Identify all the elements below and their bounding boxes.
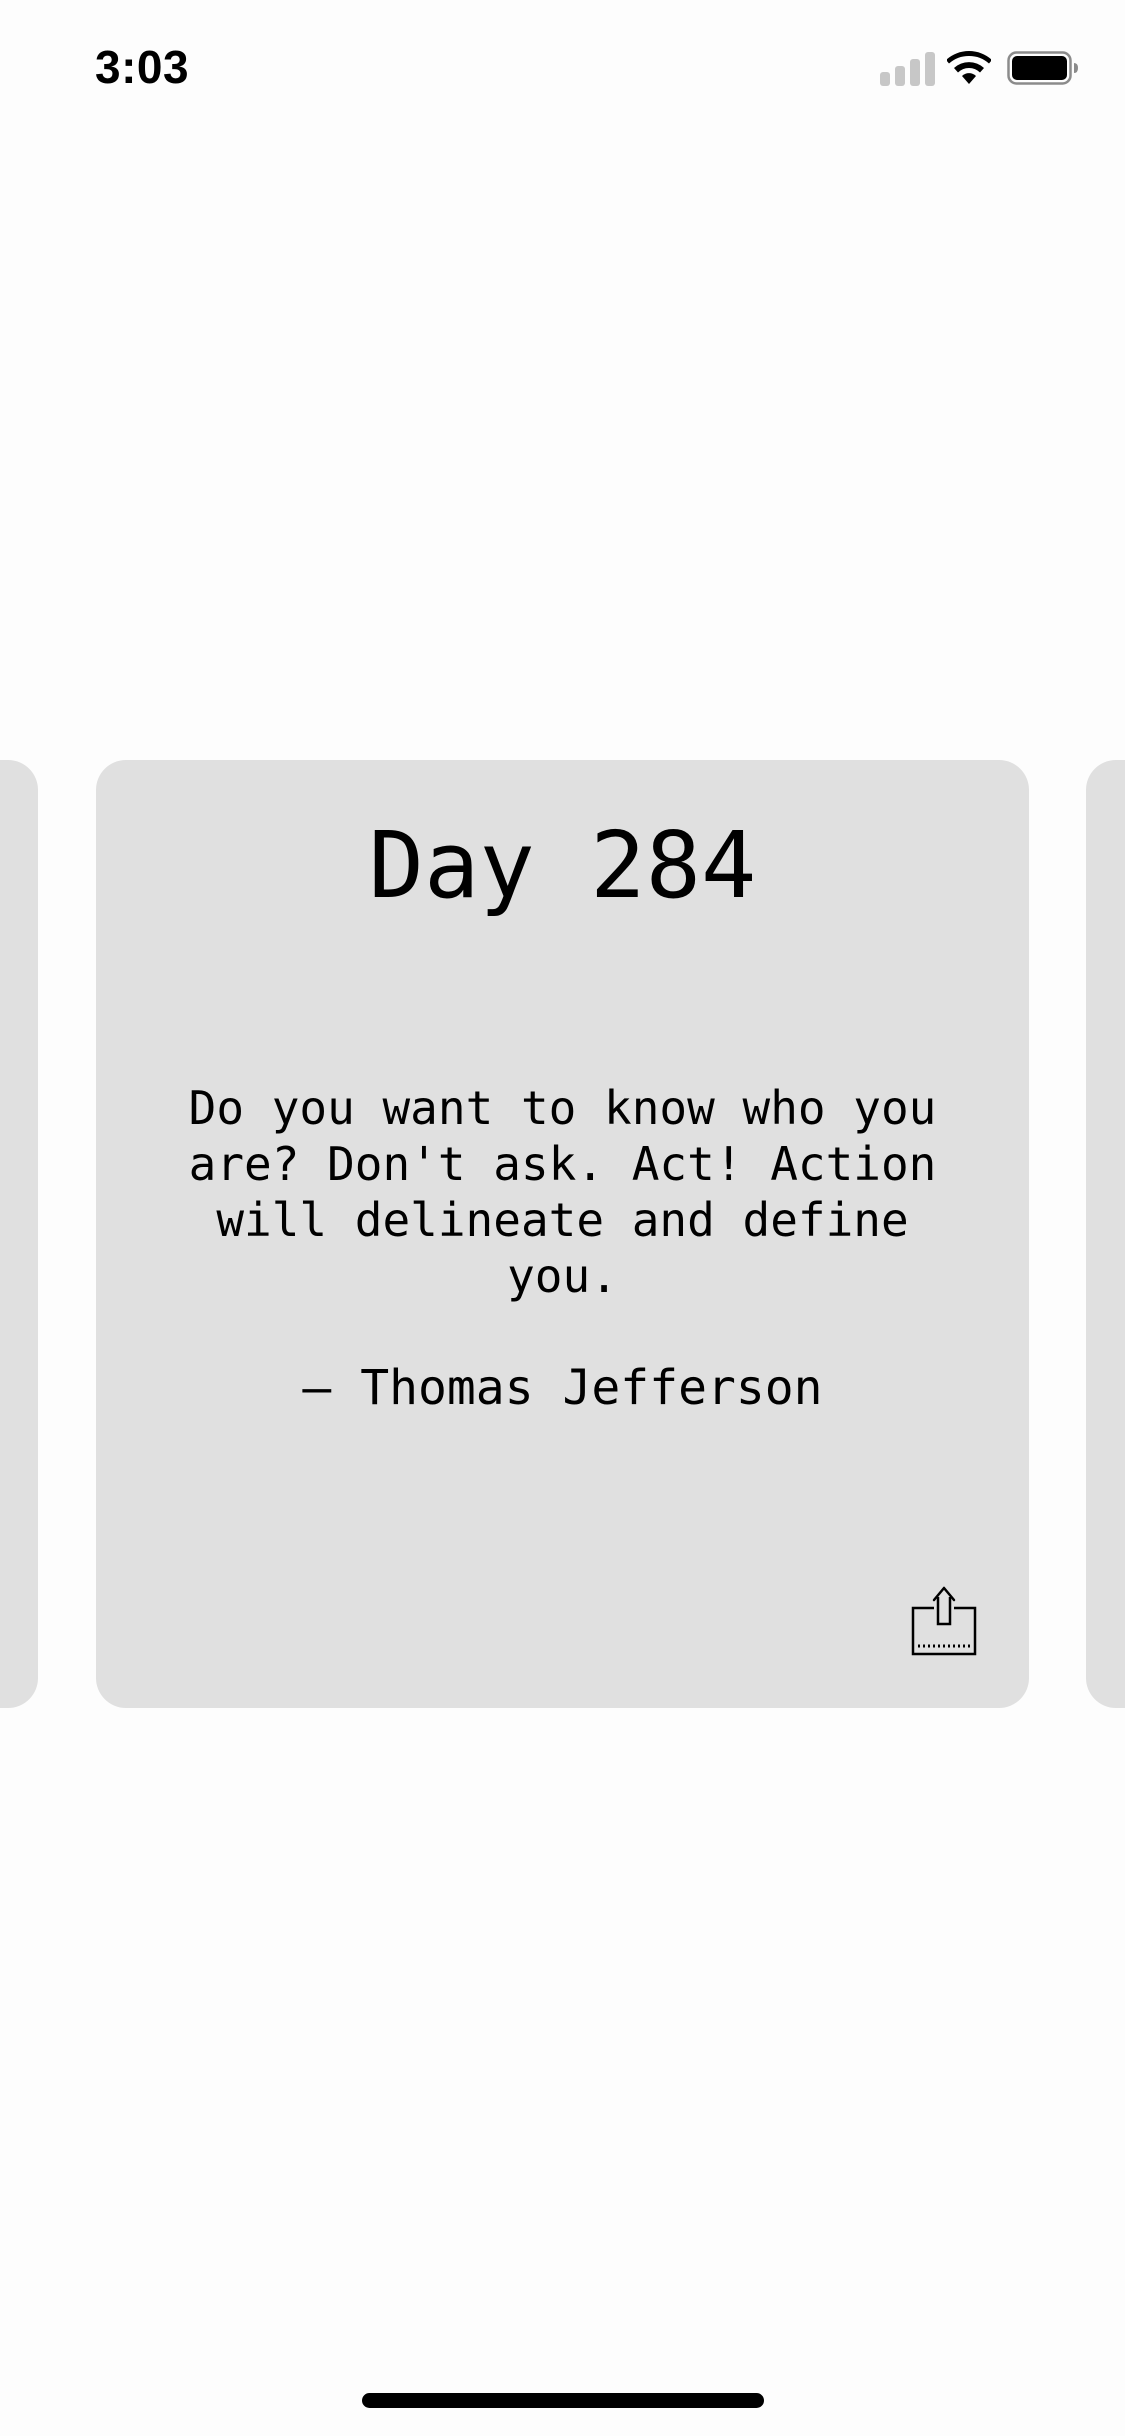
previous-card[interactable] xyxy=(0,760,38,1708)
battery-icon xyxy=(1007,51,1078,85)
share-icon[interactable] xyxy=(910,1584,978,1658)
wifi-icon xyxy=(947,51,991,84)
quote-text: Do you want to know who you are? Don't a… xyxy=(188,1081,937,1303)
cellular-signal-icon xyxy=(880,52,936,86)
quote-card[interactable]: Day 284 Do you want to know who you are?… xyxy=(96,760,1029,1708)
home-indicator[interactable] xyxy=(362,2393,764,2408)
quote-author: — Thomas Jefferson xyxy=(302,1360,823,1416)
next-card[interactable] xyxy=(1086,760,1125,1708)
status-time: 3:03 xyxy=(95,41,190,93)
screen: 3:03 Day 284 Do you want to know who you… xyxy=(0,0,1125,2436)
day-title: Day 284 xyxy=(368,812,757,919)
